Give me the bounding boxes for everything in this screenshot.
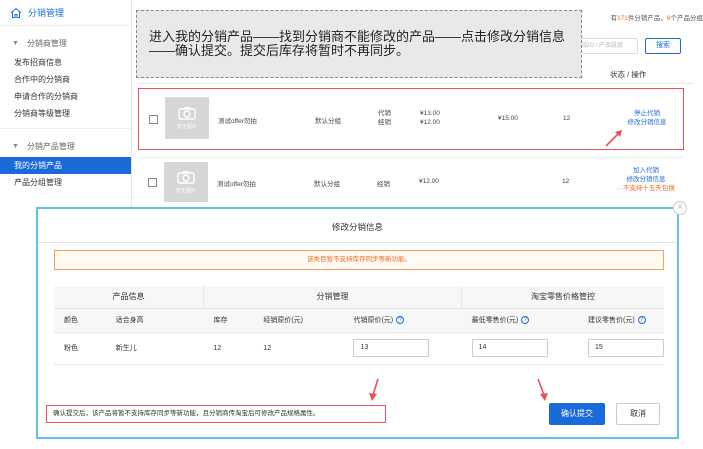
row-actions: 加入代销 修改分销信息 ◌ 不支持十五天包换	[608, 166, 684, 193]
sidebar: 分销管理 ▼ 分销商管理 发布招商信息 合作中的分销商 申请合作的分销商 分销商…	[0, 0, 132, 214]
col-consign-price: 代销原价(元)?	[343, 308, 462, 333]
col-stock: 库存	[203, 308, 254, 333]
edit-distribution-link[interactable]: 修改分销信息	[608, 175, 684, 184]
sidebar-item-partners[interactable]: 合作中的分销商	[0, 71, 131, 88]
sale-mode: 经销	[377, 181, 390, 188]
search-input[interactable]: 品ID / 产品链接	[578, 38, 638, 54]
category-warning: 该类目暂不支持库存同步等新功能。	[54, 250, 664, 270]
caret-down-icon: ▼	[12, 39, 19, 47]
product-thumbnail: 暂无图片	[165, 97, 209, 139]
product-name[interactable]: 测试offer勿拍	[218, 115, 257, 125]
consign-price-input[interactable]: 13	[353, 339, 430, 357]
product-group: 默认分组	[315, 118, 341, 125]
caret-down-icon: ▼	[12, 142, 19, 150]
col-suggest-retail: 建议零售价(元)?	[578, 308, 664, 333]
dialog-divider	[38, 242, 677, 243]
table-row: 粉色 新生儿 12 12 13 14 15	[54, 332, 664, 365]
retail-price: ¥15.00	[498, 115, 518, 122]
col-height: 适合身高	[105, 308, 204, 333]
cancel-button[interactable]: 取消	[616, 403, 660, 425]
sidebar-divider	[0, 128, 131, 129]
product-thumbnail: 暂无图片	[164, 162, 208, 202]
sidebar-header[interactable]: 分销管理	[0, 0, 131, 26]
group-header-retail-control: 淘宝零售价格管控	[461, 286, 664, 309]
home-icon	[10, 7, 22, 18]
sidebar-item-product-groups[interactable]: 产品分组管理	[0, 174, 131, 191]
join-consign-link[interactable]: 加入代销	[608, 166, 684, 175]
product-name[interactable]: 测试offer勿拍	[217, 178, 256, 188]
arrow-annotation-icon	[369, 378, 379, 401]
edit-distribution-link[interactable]: 修改分销信息	[617, 118, 677, 127]
col-color: 颜色	[54, 308, 106, 333]
exchange-warning: ◌ 不支持十五天包换	[617, 185, 675, 192]
status-column-header: 状态 / 操作	[610, 70, 647, 79]
table-column-header: 颜色 适合身高 库存 经销原价(元) 代销原价(元)? 最低零售价(元)? 建议…	[54, 308, 664, 333]
help-icon[interactable]: ?	[396, 316, 405, 325]
cell-color: 粉色	[54, 332, 106, 365]
table-header-divider	[138, 83, 693, 84]
row-actions: 停止代销 修改分销信息	[617, 109, 677, 127]
stop-consign-link[interactable]: 停止代销	[617, 109, 677, 118]
arrow-annotation-icon	[605, 130, 622, 147]
group-header-product-info: 产品信息	[54, 286, 204, 309]
help-icon[interactable]: ?	[637, 316, 646, 325]
row-checkbox[interactable]	[148, 178, 157, 187]
sidebar-title: 分销管理	[28, 8, 65, 18]
sale-mode: 代销 经销	[378, 110, 391, 126]
submit-notice: 确认提交后，该产品将暂不支持库存同步等新功能，且分销商传淘宝后可修改产品规格属性…	[46, 405, 386, 423]
cell-dist-price: 12	[253, 332, 344, 365]
distribution-price: ¥12.00	[419, 178, 439, 185]
table-row: 暂无图片 测试offer勿拍 默认分组 经销 ¥12.00 12 加入代销 修改…	[138, 157, 684, 212]
sidebar-item-levels[interactable]: 分销商等级管理	[0, 105, 131, 122]
stock-count: 12	[562, 178, 570, 185]
sidebar-item-publish[interactable]: 发布招商信息	[0, 54, 131, 71]
row-checkbox[interactable]	[149, 115, 158, 124]
col-dist-price: 经销原价(元)	[253, 308, 344, 333]
product-group: 默认分组	[314, 181, 340, 188]
search-button[interactable]: 搜索	[645, 38, 681, 54]
distribution-price: ¥13.00 ¥12.00	[420, 110, 440, 126]
camera-icon	[177, 171, 195, 184]
dialog-title: 修改分销信息	[331, 222, 383, 232]
col-min-retail: 最低零售价(元)?	[461, 308, 578, 333]
help-icon[interactable]: ?	[521, 316, 530, 325]
sidebar-group-distributors[interactable]: ▼ 分销商管理	[0, 32, 131, 54]
table-group-header: 产品信息 分销管理 淘宝零售价格管控	[54, 286, 664, 309]
confirm-submit-button[interactable]: 确认提交	[549, 403, 605, 425]
camera-icon	[178, 107, 196, 120]
sidebar-group-products[interactable]: ▼ 分销产品管理	[0, 135, 131, 157]
sku-table: 产品信息 分销管理 淘宝零售价格管控 颜色 适合身高 库存 经销原价(元) 代销…	[54, 286, 664, 365]
group-header-distribution: 分销管理	[203, 286, 463, 309]
stock-count: 12	[563, 115, 571, 122]
warning-circle-icon: ◌	[617, 185, 622, 192]
instruction-callout: 进入我的分销产品——找到分销商不能修改的产品——点击修改分销信息——确认提交。提…	[136, 10, 582, 78]
arrow-annotation-icon	[537, 378, 548, 401]
sidebar-item-my-products[interactable]: 我的分销产品	[0, 157, 131, 174]
product-summary: 有171件分销产品，8个产品分组	[610, 15, 703, 22]
sidebar-item-applications[interactable]: 申请合作的分销商	[0, 88, 131, 105]
cell-height: 新生儿	[105, 332, 204, 365]
close-icon[interactable]: ×	[673, 201, 687, 215]
cell-stock: 12	[203, 332, 254, 365]
min-retail-input[interactable]: 14	[471, 339, 548, 357]
suggest-retail-input[interactable]: 15	[588, 339, 664, 357]
edit-distribution-dialog: × 修改分销信息 该类目暂不支持库存同步等新功能。 产品信息 分销管理 淘宝零售…	[36, 201, 687, 439]
